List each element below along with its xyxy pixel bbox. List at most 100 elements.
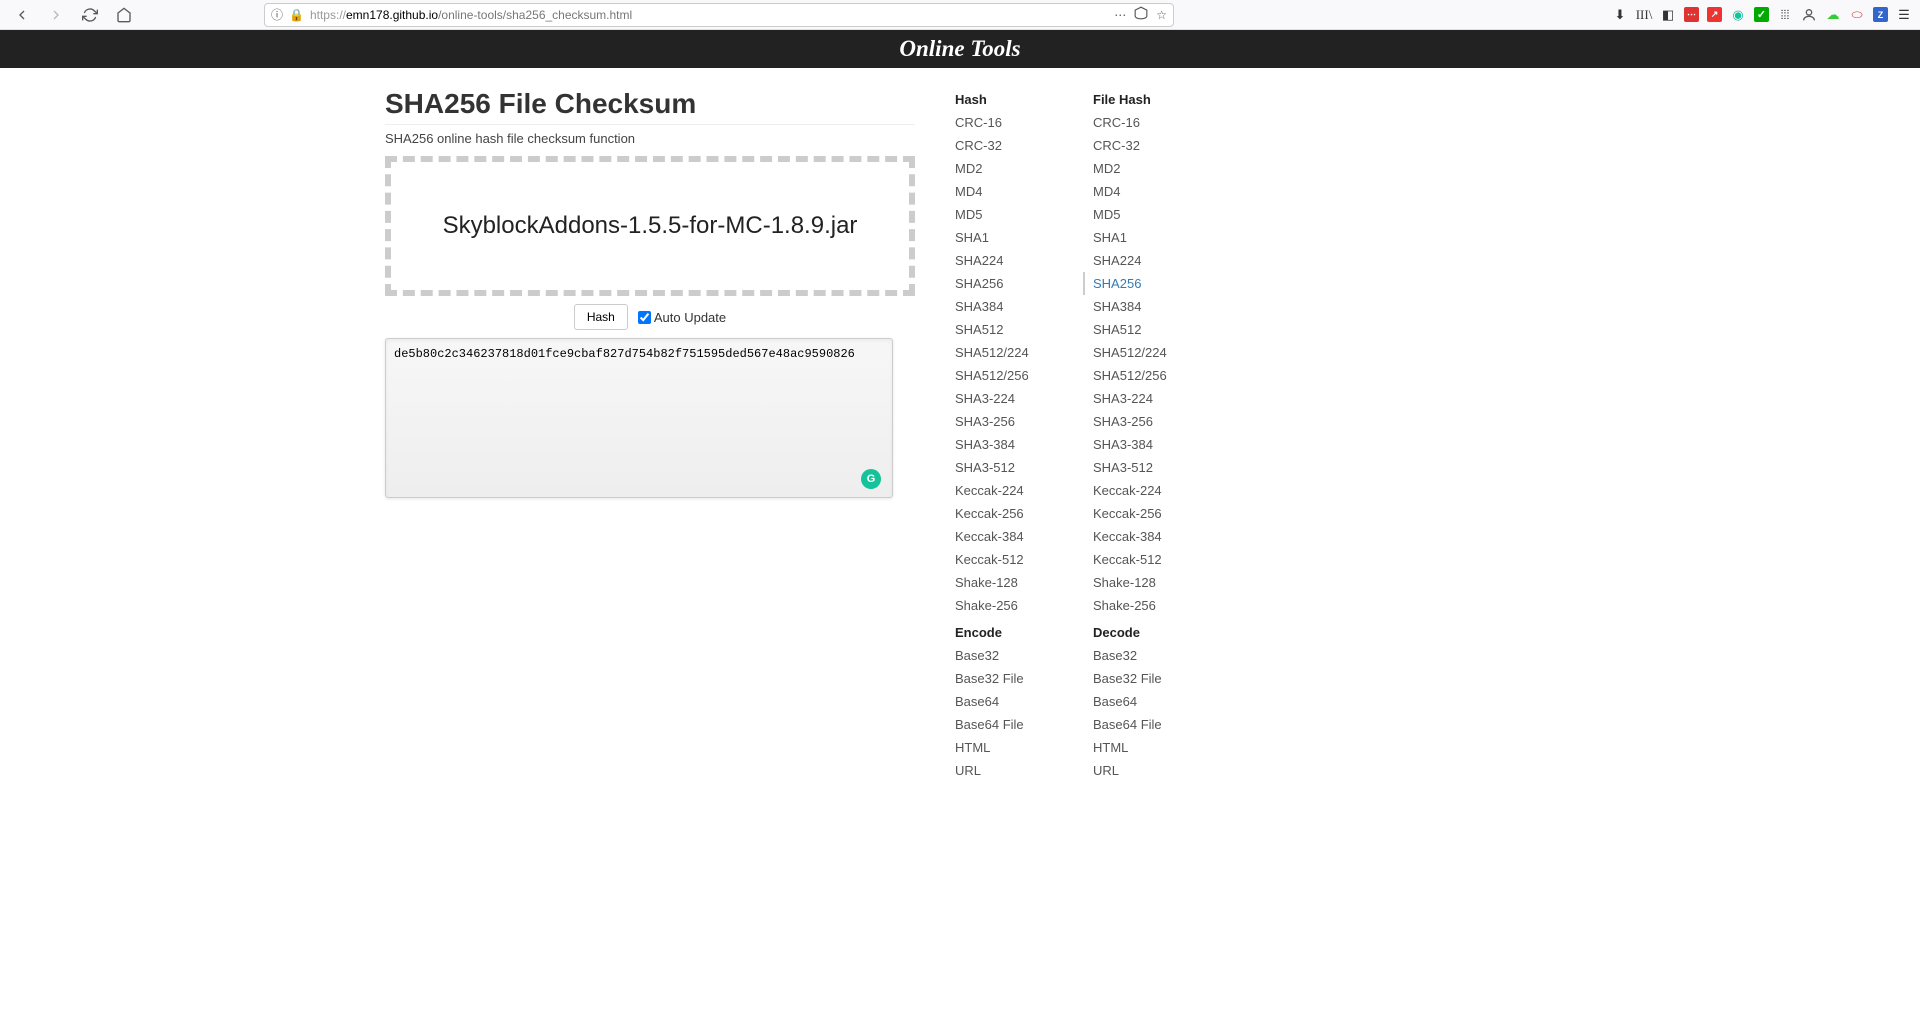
file-dropzone[interactable]: SkyblockAddons-1.5.5-for-MC-1.8.9.jar <box>385 156 915 296</box>
lock-icon: 🔒 <box>289 8 304 22</box>
sidebar-filehash-item[interactable]: Keccak-224 <box>1093 479 1203 502</box>
url-text: https://emn178.github.io/online-tools/sh… <box>310 8 1108 22</box>
sidebar-hash-item[interactable]: Shake-128 <box>955 571 1065 594</box>
browser-chrome: ⓘ 🔒 https://emn178.github.io/online-tool… <box>0 0 1920 30</box>
sidebar-hash-item[interactable]: SHA512/224 <box>955 341 1065 364</box>
ext-icon-5[interactable]: ☁ <box>1825 7 1841 23</box>
sidebar-decode-item[interactable]: Base64 <box>1093 690 1203 713</box>
sidebar-filehash-item[interactable]: CRC-16 <box>1093 111 1203 134</box>
ext-icon-z[interactable]: Z <box>1873 7 1888 22</box>
site-banner: Online Tools <box>0 30 1920 68</box>
sidebar-hash-item[interactable]: MD2 <box>955 157 1065 180</box>
auto-update-checkbox[interactable] <box>638 311 651 324</box>
controls-row: Hash Auto Update <box>385 304 915 330</box>
sidebar-filehash-item[interactable]: MD4 <box>1093 180 1203 203</box>
sidebar: HashCRC-16CRC-32MD2MD4MD5SHA1SHA224SHA25… <box>955 88 1203 782</box>
sidebar-decode-item[interactable]: URL <box>1093 759 1203 782</box>
account-icon[interactable] <box>1801 7 1817 23</box>
sidebar-encode-item[interactable]: Base64 <box>955 690 1065 713</box>
sidebar-filehash-item[interactable]: CRC-32 <box>1093 134 1203 157</box>
ext-icon-4[interactable]: ⦙⦙⦙ <box>1777 7 1793 23</box>
sidebar-hash-item[interactable]: CRC-32 <box>955 134 1065 157</box>
sidebar-filehash-item[interactable]: Shake-256 <box>1093 594 1203 617</box>
sidebar-encode-item[interactable]: Base64 File <box>955 713 1065 736</box>
sidebar-filehash-item[interactable]: SHA256 <box>1083 272 1203 295</box>
sidebar-decode-item[interactable]: HTML <box>1093 736 1203 759</box>
info-icon: ⓘ <box>271 6 283 23</box>
sidebar-filehash-item[interactable]: SHA3-384 <box>1093 433 1203 456</box>
sidebar-hash-item[interactable]: MD4 <box>955 180 1065 203</box>
sidebar-filehash-item[interactable]: SHA1 <box>1093 226 1203 249</box>
sidebar-decode-item[interactable]: Base32 <box>1093 644 1203 667</box>
home-button[interactable] <box>110 1 138 29</box>
sidebar-hash-item[interactable]: SHA3-512 <box>955 456 1065 479</box>
menu-icon[interactable]: ☰ <box>1896 7 1912 23</box>
sidebar-col-2: File HashCRC-16CRC-32MD2MD4MD5SHA1SHA224… <box>1093 88 1203 782</box>
sidebar-hash-item[interactable]: SHA512/256 <box>955 364 1065 387</box>
sidebar-hash-item[interactable]: Shake-256 <box>955 594 1065 617</box>
sidebar-hash-item[interactable]: SHA384 <box>955 295 1065 318</box>
hash-button[interactable]: Hash <box>574 304 628 330</box>
sidebar-heading-encode: Encode <box>955 621 1065 644</box>
sidebar-hash-item[interactable]: MD5 <box>955 203 1065 226</box>
sidebar-hash-item[interactable]: SHA1 <box>955 226 1065 249</box>
sidebar-hash-item[interactable]: Keccak-512 <box>955 548 1065 571</box>
ext-icon-6[interactable]: ⬭ <box>1849 7 1865 23</box>
sidebar-encode-item[interactable]: Base32 File <box>955 667 1065 690</box>
sidebar-heading-hash: Hash <box>955 88 1065 111</box>
banner-title: Online Tools <box>899 36 1020 61</box>
reload-button[interactable] <box>76 1 104 29</box>
ext-icon-3[interactable]: ✓ <box>1754 7 1769 22</box>
sidebar-encode-item[interactable]: URL <box>955 759 1065 782</box>
grammarly-badge-icon[interactable]: G <box>861 469 881 489</box>
dropzone-filename: SkyblockAddons-1.5.5-for-MC-1.8.9.jar <box>443 212 858 239</box>
url-bar[interactable]: ⓘ 🔒 https://emn178.github.io/online-tool… <box>264 3 1174 27</box>
ext-icon-1[interactable]: ⋯ <box>1684 7 1699 22</box>
main-column: SHA256 File Checksum SHA256 online hash … <box>385 88 915 782</box>
sidebar-filehash-item[interactable]: SHA384 <box>1093 295 1203 318</box>
sidebar-hash-item[interactable]: Keccak-256 <box>955 502 1065 525</box>
reader-icon[interactable] <box>1134 6 1148 23</box>
back-button[interactable] <box>8 1 36 29</box>
sidebar-hash-item[interactable]: SHA3-384 <box>955 433 1065 456</box>
sidebar-encode-item[interactable]: HTML <box>955 736 1065 759</box>
sidebar-filehash-item[interactable]: SHA3-224 <box>1093 387 1203 410</box>
sidebar-filehash-item[interactable]: Shake-128 <box>1093 571 1203 594</box>
sidebar-filehash-item[interactable]: MD5 <box>1093 203 1203 226</box>
sidebar-filehash-item[interactable]: SHA3-256 <box>1093 410 1203 433</box>
sidebar-encode-item[interactable]: Base32 <box>955 644 1065 667</box>
sidebar-hash-item[interactable]: CRC-16 <box>955 111 1065 134</box>
sidebar-decode-item[interactable]: Base64 File <box>1093 713 1203 736</box>
ext-icon-2[interactable]: ↗ <box>1707 7 1722 22</box>
sidebar-hash-item[interactable]: SHA512 <box>955 318 1065 341</box>
sidebar-filehash-item[interactable]: SHA224 <box>1093 249 1203 272</box>
page-title: SHA256 File Checksum <box>385 88 915 125</box>
sidebar-filehash-item[interactable]: MD2 <box>1093 157 1203 180</box>
download-icon[interactable]: ⬇ <box>1612 7 1628 23</box>
sidebar-hash-item[interactable]: SHA256 <box>955 272 1065 295</box>
sidebar-hash-item[interactable]: Keccak-384 <box>955 525 1065 548</box>
sidebar-heading-decode: Decode <box>1093 621 1203 644</box>
auto-update-label[interactable]: Auto Update <box>638 310 726 325</box>
sidebar-filehash-item[interactable]: SHA512/224 <box>1093 341 1203 364</box>
sidebar-filehash-item[interactable]: SHA3-512 <box>1093 456 1203 479</box>
sidebar-filehash-item[interactable]: SHA512 <box>1093 318 1203 341</box>
sidebar-hash-item[interactable]: SHA3-256 <box>955 410 1065 433</box>
page-actions-icon[interactable]: ⋯ <box>1114 8 1126 22</box>
grammarly-icon[interactable]: ◉ <box>1730 7 1746 23</box>
toolbar-right: ⬇ III\ ◧ ⋯ ↗ ◉ ✓ ⦙⦙⦙ ☁ ⬭ Z ☰ <box>1612 7 1912 23</box>
forward-button[interactable] <box>42 1 70 29</box>
sidebar-filehash-item[interactable]: Keccak-512 <box>1093 548 1203 571</box>
sidebar-hash-item[interactable]: SHA3-224 <box>955 387 1065 410</box>
library-icon[interactable]: III\ <box>1636 7 1652 23</box>
sidebar-filehash-item[interactable]: SHA512/256 <box>1093 364 1203 387</box>
output-textarea[interactable] <box>385 338 893 498</box>
sidebar-hash-item[interactable]: Keccak-224 <box>955 479 1065 502</box>
bookmark-star-icon[interactable]: ☆ <box>1156 8 1167 22</box>
sidebar-hash-item[interactable]: SHA224 <box>955 249 1065 272</box>
sidebar-filehash-item[interactable]: Keccak-384 <box>1093 525 1203 548</box>
page-subtitle: SHA256 online hash file checksum functio… <box>385 131 915 146</box>
sidebar-filehash-item[interactable]: Keccak-256 <box>1093 502 1203 525</box>
sidebar-decode-item[interactable]: Base32 File <box>1093 667 1203 690</box>
sidebar-icon[interactable]: ◧ <box>1660 7 1676 23</box>
